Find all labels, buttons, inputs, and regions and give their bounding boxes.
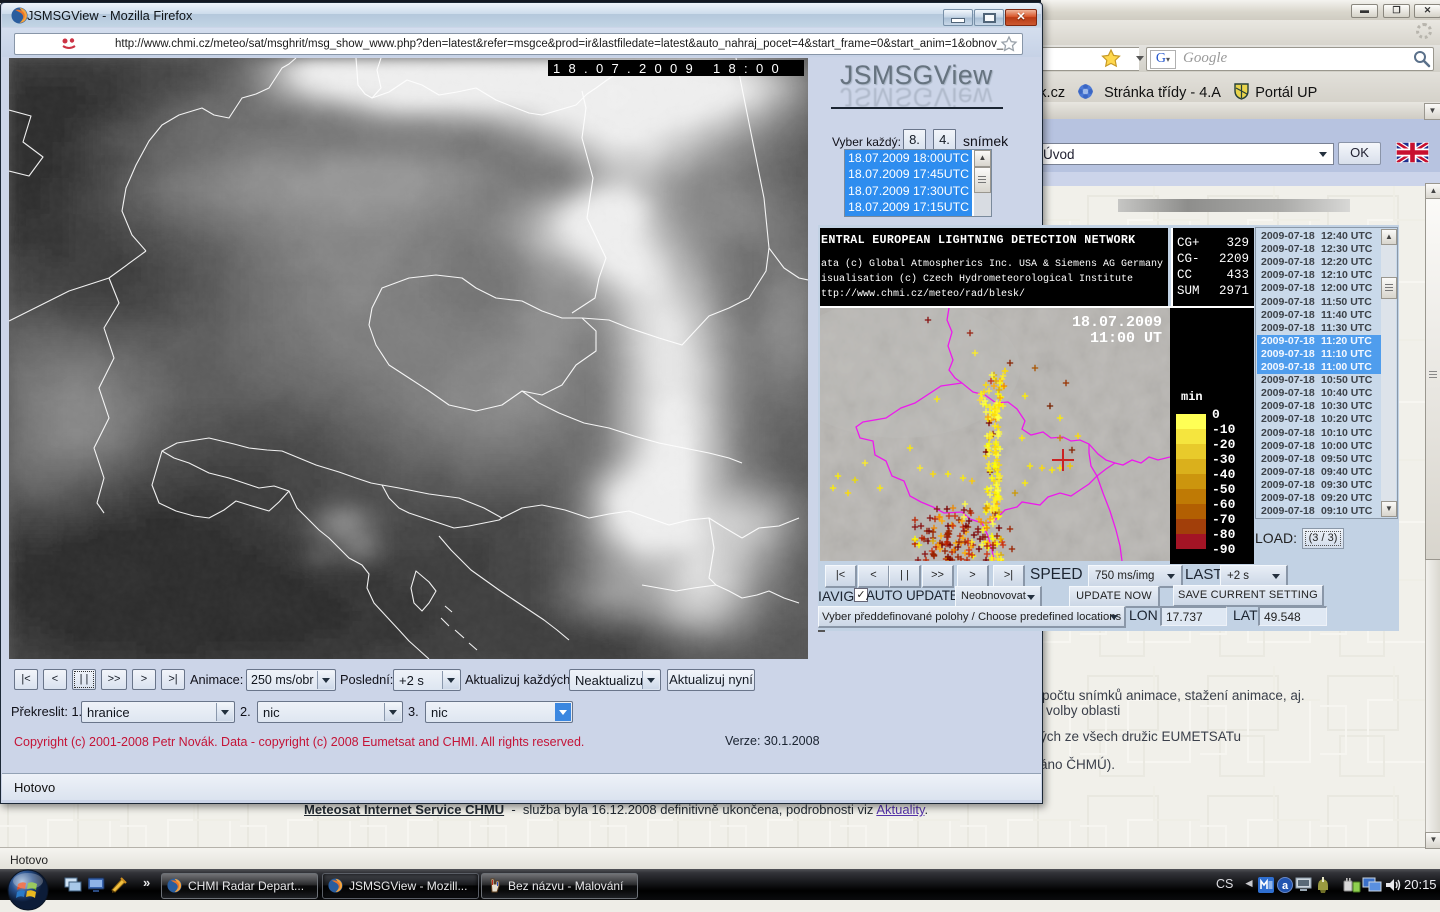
svg-text:18.07.2009: 18.07.2009 <box>1072 314 1162 331</box>
svg-text:18.07.2009 18:00: 18.07.2009 18:00 <box>553 61 787 76</box>
svg-text:11:00 UT: 11:00 UT <box>1090 330 1162 347</box>
svg-text:a: a <box>1282 880 1289 892</box>
